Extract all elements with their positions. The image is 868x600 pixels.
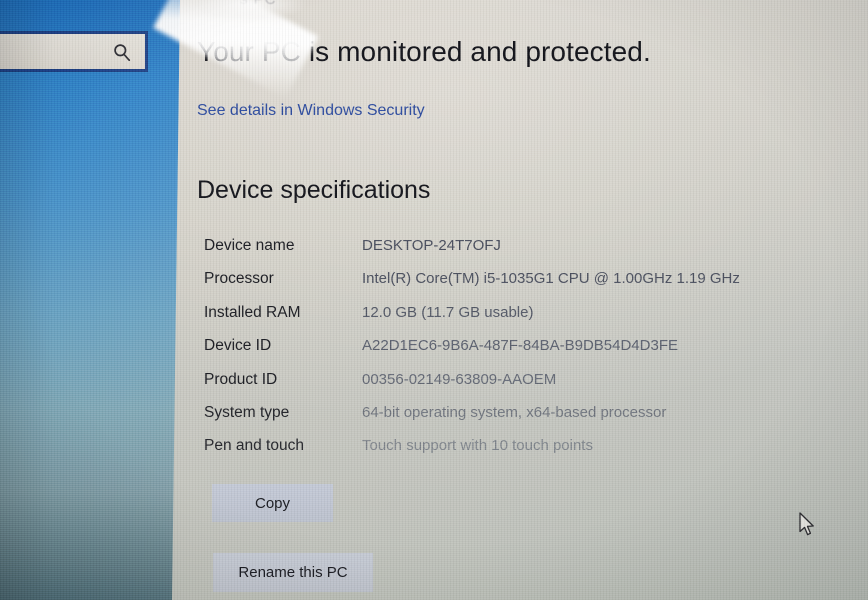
spec-label: Device name xyxy=(204,237,295,254)
table-row: System type 64-bit operating system, x64… xyxy=(204,404,854,437)
cropped-top-text: s PC xyxy=(240,0,277,8)
table-row: Product ID 00356-02149-63809-AAOEM xyxy=(204,371,854,404)
table-row: Pen and touch Touch support with 10 touc… xyxy=(204,437,854,470)
security-headline: Your PC is monitored and protected. xyxy=(197,36,651,67)
table-row: Device ID A22D1EC6-9B6A-487F-84BA-B9DB54… xyxy=(204,337,854,370)
table-row: Installed RAM 12.0 GB (11.7 GB usable) xyxy=(204,304,854,337)
spec-value: 64-bit operating system, x64-based proce… xyxy=(362,403,667,421)
search-input[interactable] xyxy=(0,31,148,72)
spec-value: DESKTOP-24T7OFJ xyxy=(362,237,501,254)
windows-security-details-link[interactable]: See details in Windows Security xyxy=(197,102,425,120)
spec-label: System type xyxy=(204,403,290,421)
search-icon xyxy=(113,43,131,61)
photographed-screen: s PC Your PC is monitored and protected.… xyxy=(0,0,868,600)
device-specifications-title: Device specifications xyxy=(197,176,431,204)
spec-value: A22D1EC6-9B6A-487F-84BA-B9DB54D4D3FE xyxy=(362,337,678,355)
spec-label: Product ID xyxy=(204,370,278,388)
spec-label: Pen and touch xyxy=(204,437,304,455)
table-row: Device name DESKTOP-24T7OFJ xyxy=(204,237,854,270)
device-specifications-table: Device name DESKTOP-24T7OFJ Processor In… xyxy=(204,237,854,471)
rename-this-pc-button[interactable]: Rename this PC xyxy=(213,553,373,592)
settings-sidebar xyxy=(0,0,181,600)
copy-button[interactable]: Copy xyxy=(212,484,333,522)
spec-value: 12.0 GB (11.7 GB usable) xyxy=(362,303,534,321)
spec-value: Touch support with 10 touch points xyxy=(362,437,593,455)
spec-label: Device ID xyxy=(204,337,272,355)
spec-label: Processor xyxy=(204,270,274,288)
spec-value: Intel(R) Core(TM) i5-1035G1 CPU @ 1.00GH… xyxy=(362,270,740,288)
table-row: Processor Intel(R) Core(TM) i5-1035G1 CP… xyxy=(204,270,854,303)
spec-label: Installed RAM xyxy=(204,303,301,321)
spec-value: 00356-02149-63809-AAOEM xyxy=(362,370,557,388)
